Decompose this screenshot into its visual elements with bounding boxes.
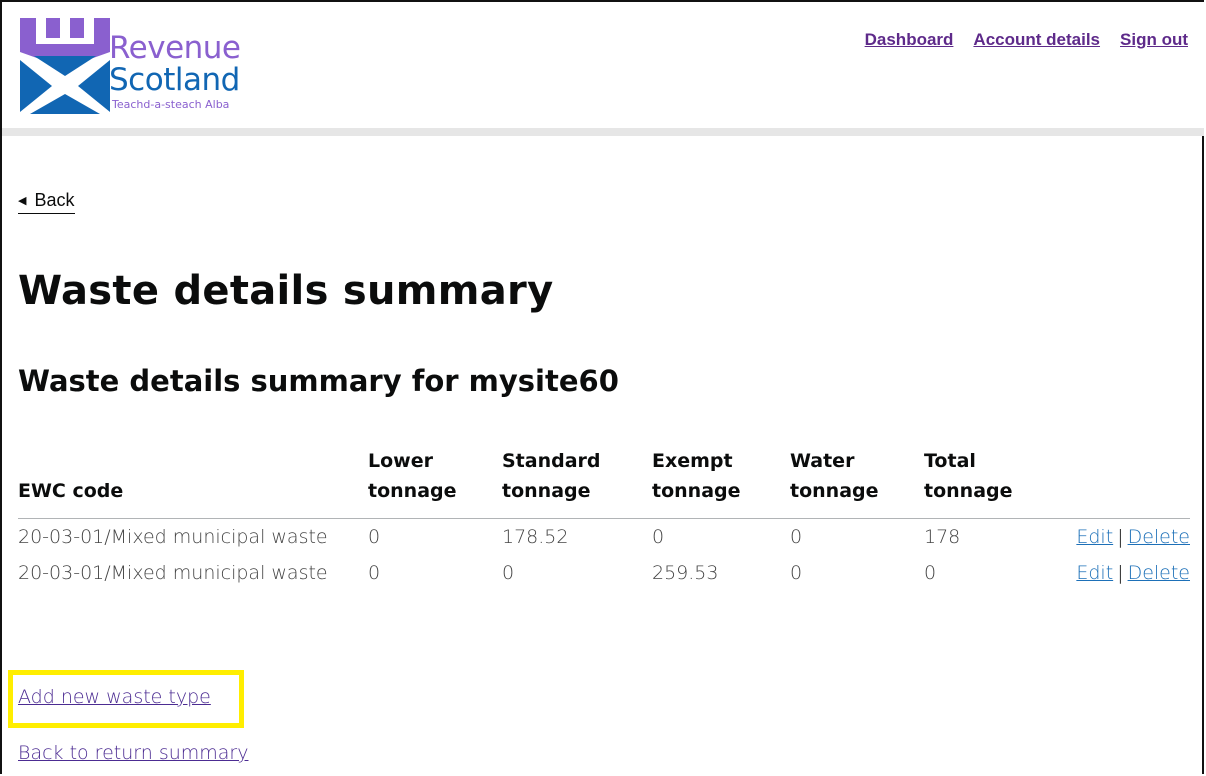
cell-exempt-tonnage: 0 bbox=[652, 526, 665, 548]
site-header: Revenue Scotland Teachd-a-steach Alba Da… bbox=[2, 2, 1204, 128]
header-nav: Dashboard Account details Sign out bbox=[865, 30, 1188, 50]
cell-water-tonnage: 0 bbox=[790, 562, 803, 584]
action-separator: | bbox=[1117, 562, 1124, 584]
cell-lower-tonnage: 0 bbox=[368, 562, 381, 584]
header-standard-tonnage: Standard tonnage bbox=[502, 446, 652, 519]
delete-link[interactable]: Delete bbox=[1128, 562, 1190, 584]
cell-actions: Edit | Delete bbox=[1044, 555, 1190, 591]
header-water-tonnage: Water tonnage bbox=[790, 446, 924, 519]
waste-details-table: EWC code Lower tonnage Standard tonnage … bbox=[18, 446, 1190, 591]
cell-total-tonnage: 0 bbox=[924, 562, 937, 584]
back-to-return-summary-link[interactable]: Back to return summary bbox=[18, 742, 248, 764]
cell-total-tonnage: 178 bbox=[924, 526, 961, 548]
header-actions bbox=[1044, 446, 1190, 519]
action-separator: | bbox=[1117, 526, 1124, 548]
section-title: Waste details summary for mysite60 bbox=[18, 364, 619, 398]
cell-exempt-tonnage: 259.53 bbox=[652, 562, 719, 584]
cell-ewc-code: 20-03-01/Mixed municipal waste bbox=[18, 562, 328, 584]
add-new-waste-type-link[interactable]: Add new waste type bbox=[18, 686, 211, 708]
logo-wordmark-scotland: Scotland bbox=[109, 62, 240, 98]
header-exempt-tonnage: Exempt tonnage bbox=[652, 446, 790, 519]
logo-wordmark-revenue: Revenue bbox=[109, 30, 241, 66]
header-total-tonnage: Total tonnage bbox=[924, 446, 1044, 519]
table-row: 20-03-01/Mixed municipal waste 0 0 259.5… bbox=[18, 555, 1190, 591]
page-title: Waste details summary bbox=[18, 268, 554, 314]
saltire-icon bbox=[20, 18, 110, 114]
cell-standard-tonnage: 0 bbox=[502, 562, 515, 584]
nav-account-details-link[interactable]: Account details bbox=[973, 30, 1100, 50]
cell-water-tonnage: 0 bbox=[790, 526, 803, 548]
revenue-scotland-logo[interactable]: Revenue Scotland Teachd-a-steach Alba bbox=[20, 18, 260, 114]
logo-wordmark-gaelic: Teachd-a-steach Alba bbox=[112, 98, 230, 111]
header-divider bbox=[2, 128, 1204, 136]
cell-ewc-code: 20-03-01/Mixed municipal waste bbox=[18, 526, 328, 548]
table-row: 20-03-01/Mixed municipal waste 0 178.52 … bbox=[18, 519, 1190, 556]
back-link[interactable]: ◀ Back bbox=[18, 190, 75, 214]
nav-sign-out-link[interactable]: Sign out bbox=[1120, 30, 1188, 50]
edit-link[interactable]: Edit bbox=[1076, 562, 1113, 584]
back-link-label: Back bbox=[34, 190, 75, 210]
cell-standard-tonnage: 178.52 bbox=[502, 526, 569, 548]
cell-actions: Edit | Delete bbox=[1044, 519, 1190, 556]
header-ewc-code: EWC code bbox=[18, 446, 368, 519]
edit-link[interactable]: Edit bbox=[1076, 526, 1113, 548]
header-lower-tonnage: Lower tonnage bbox=[368, 446, 502, 519]
delete-link[interactable]: Delete bbox=[1128, 526, 1190, 548]
back-triangle-icon: ◀ bbox=[18, 195, 27, 207]
cell-lower-tonnage: 0 bbox=[368, 526, 381, 548]
table-header-row: EWC code Lower tonnage Standard tonnage … bbox=[18, 446, 1190, 519]
nav-dashboard-link[interactable]: Dashboard bbox=[865, 30, 954, 50]
